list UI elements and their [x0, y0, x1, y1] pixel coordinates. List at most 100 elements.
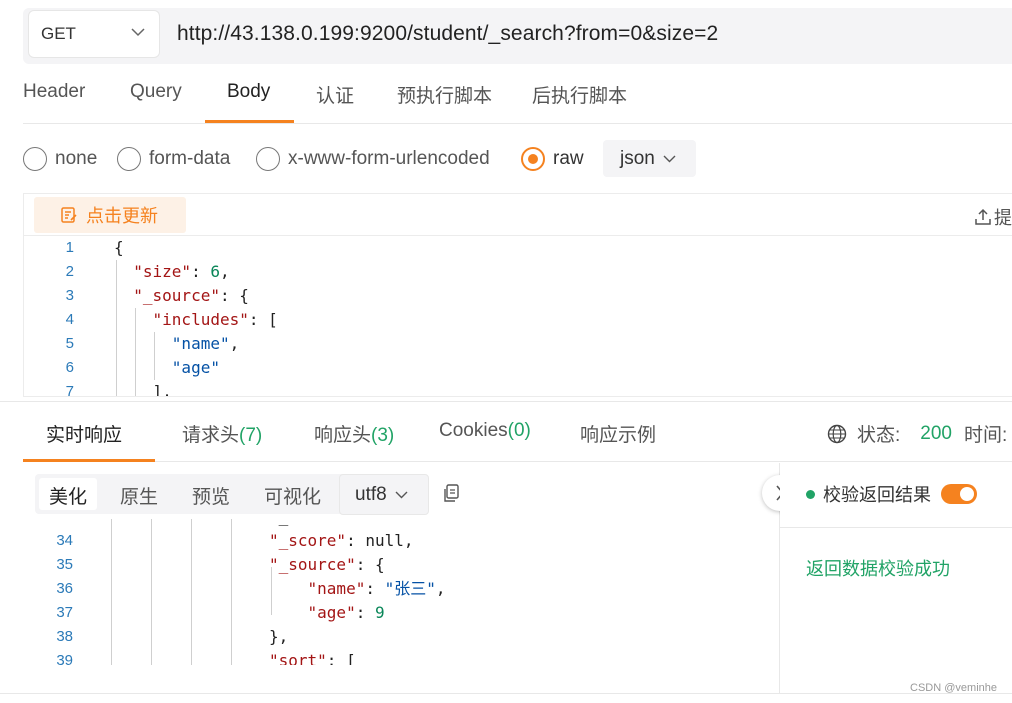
- expand-panel-button[interactable]: [762, 475, 780, 511]
- line-number: 5: [65, 335, 74, 352]
- chevron-down-icon: [395, 491, 408, 498]
- tab-pre-script[interactable]: 预执行脚本: [397, 81, 492, 123]
- tab-request-headers-label: 请求头: [182, 425, 240, 446]
- code-line: 3 "_source": {: [24, 284, 1012, 308]
- code-line: 1{: [24, 236, 1012, 260]
- code-line: 5 "name",: [24, 332, 1012, 356]
- editor-toolbar: 点击更新 提: [24, 194, 1012, 236]
- radio-none[interactable]: none: [23, 147, 97, 171]
- watermark: CSDN @veminhe: [910, 682, 997, 694]
- validation-panel: 校验返回结果 返回数据校验成功: [780, 463, 1012, 703]
- tab-post-script[interactable]: 后执行脚本: [532, 81, 627, 123]
- encoding-label: utf8: [355, 483, 387, 505]
- radio-circle-icon: [117, 147, 141, 171]
- line-number: 4: [65, 311, 74, 328]
- tab-response-headers[interactable]: 响应头(3): [314, 420, 394, 447]
- code-line: 39 "sort": [: [23, 649, 780, 665]
- response-body-panel: 美化 原生 预览 可视化 utf8 "_ 34 "_score": null, 35…: [23, 463, 780, 703]
- radio-circle-icon: [256, 147, 280, 171]
- code-line: 38},: [23, 625, 780, 649]
- submit-label: 提: [994, 208, 1012, 228]
- line-number: 7: [65, 383, 74, 397]
- code-text: "sort": [: [269, 651, 356, 665]
- code-line: 6 "age": [24, 356, 1012, 380]
- code-line: 35 "_source": {: [23, 553, 780, 577]
- view-tab-pretty[interactable]: 美化: [49, 482, 87, 509]
- globe-icon: [827, 424, 847, 443]
- refresh-label: 点击更新: [86, 206, 158, 226]
- code-text: "age": 9: [307, 603, 385, 622]
- validation-result: 返回数据校验成功: [806, 559, 950, 579]
- method-label: GET: [41, 24, 76, 43]
- code-text: ],: [114, 382, 172, 397]
- line-number: 3: [65, 287, 74, 304]
- active-tab-indicator: [23, 459, 155, 462]
- body-editor[interactable]: 点击更新 提 1{2 "size": 6, 3 "_source": {4 "in…: [23, 193, 1012, 397]
- tab-header[interactable]: Header: [23, 81, 85, 123]
- status-dot-icon: [806, 489, 815, 499]
- line-number: 2: [65, 263, 74, 280]
- tab-request-headers[interactable]: 请求头(7): [182, 420, 262, 447]
- request-tabs: Header Query Body 认证 预执行脚本 后执行脚本: [23, 72, 1012, 124]
- body-format-label: json: [620, 147, 655, 169]
- line-number: 39: [56, 652, 73, 665]
- body-format-select[interactable]: json: [603, 140, 696, 177]
- view-tab-preview[interactable]: 预览: [192, 482, 230, 509]
- code-text: "size": 6,: [133, 262, 230, 281]
- code-text: "name": "张三",: [307, 579, 446, 598]
- radio-form-data-label: form-data: [149, 148, 231, 169]
- edit-doc-icon: [61, 207, 77, 223]
- code-text: "_score": null,: [269, 531, 414, 550]
- view-tab-visualize[interactable]: 可视化: [264, 482, 321, 509]
- status-area: 状态: 200 时间:: [827, 420, 1007, 447]
- code-line: 37 "age": 9: [23, 601, 780, 625]
- line-number: 34: [56, 532, 73, 549]
- line-number: 37: [56, 604, 73, 621]
- radio-urlencoded[interactable]: x-www-form-urlencoded: [256, 147, 490, 171]
- view-tab-raw[interactable]: 原生: [120, 482, 158, 509]
- tab-query[interactable]: Query: [130, 81, 182, 123]
- code-text: "age": [171, 358, 220, 377]
- line-number: 35: [56, 556, 73, 573]
- line-number: 36: [56, 580, 73, 597]
- radio-circle-icon: [23, 147, 47, 171]
- line-number: 38: [56, 628, 73, 645]
- radio-raw[interactable]: raw: [521, 147, 584, 171]
- code-line: 2 "size": 6,: [24, 260, 1012, 284]
- submit-button[interactable]: 提: [974, 204, 1012, 230]
- code-text: "_source": {: [269, 555, 385, 574]
- radio-form-data[interactable]: form-data: [117, 147, 230, 171]
- code-line-partial: "_: [23, 519, 780, 529]
- refresh-button[interactable]: 点击更新: [34, 197, 186, 233]
- request-headers-count: (7): [239, 425, 263, 446]
- code-text: "_source": {: [133, 286, 249, 305]
- validation-label: 校验返回结果: [823, 485, 931, 505]
- code-text: "_: [269, 519, 288, 529]
- tab-realtime-response[interactable]: 实时响应: [46, 420, 122, 447]
- radio-checked-icon: [521, 147, 545, 171]
- radio-raw-label: raw: [553, 148, 584, 169]
- copy-icon[interactable]: [443, 484, 460, 503]
- tab-cookies[interactable]: Cookies(0): [439, 420, 531, 442]
- response-code: "_ 34 "_score": null, 35 "_source": { 36 "na…: [23, 519, 780, 665]
- encoding-select[interactable]: utf8: [339, 474, 429, 515]
- code-text: "includes": [: [152, 310, 278, 329]
- url-input[interactable]: http://43.138.0.199:9200/student/_search…: [177, 22, 718, 46]
- chevron-down-icon: [131, 28, 145, 37]
- active-tab-indicator: [205, 120, 294, 123]
- upload-icon: [975, 208, 991, 225]
- tab-body[interactable]: Body: [227, 81, 270, 123]
- validation-toggle[interactable]: [941, 484, 977, 504]
- tab-response-example[interactable]: 响应示例: [580, 420, 656, 447]
- section-divider: [0, 401, 1012, 402]
- radio-urlencoded-label: x-www-form-urlencoded: [288, 148, 490, 169]
- tab-auth[interactable]: 认证: [316, 81, 354, 123]
- time-label: 时间:: [963, 425, 1008, 446]
- status-label: 状态:: [857, 425, 901, 446]
- method-select[interactable]: GET: [28, 10, 160, 58]
- code-text: {: [114, 238, 124, 257]
- radio-none-label: none: [55, 148, 98, 169]
- line-number: 1: [65, 239, 74, 256]
- cookies-count: (0): [507, 420, 531, 441]
- validation-toggle-row: 校验返回结果: [806, 481, 977, 507]
